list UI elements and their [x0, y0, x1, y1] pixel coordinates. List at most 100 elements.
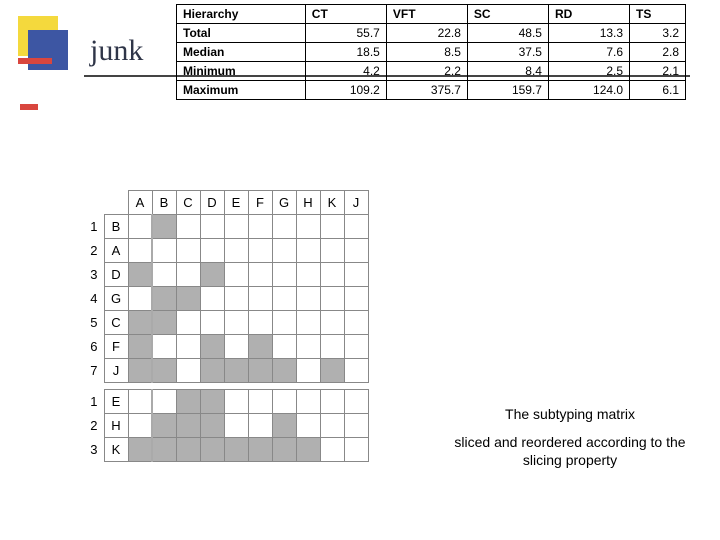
grid-cell — [200, 438, 224, 462]
hier-cell: 22.8 — [386, 24, 467, 43]
grid-cell — [176, 414, 200, 438]
grid-cell — [128, 414, 152, 438]
grid-cell — [344, 239, 368, 263]
grid-cell — [248, 263, 272, 287]
grid-row-number: 1 — [80, 215, 104, 239]
grid-cell — [296, 311, 320, 335]
grid-cell — [176, 215, 200, 239]
grid-row-number: 1 — [80, 390, 104, 414]
hier-cell: 375.7 — [386, 81, 467, 100]
grid-col-header: D — [200, 191, 224, 215]
grid-cell — [152, 215, 176, 239]
grid-cell — [200, 359, 224, 383]
grid-cell — [320, 287, 344, 311]
grid-cell — [272, 414, 296, 438]
grid-cell — [176, 287, 200, 311]
hier-cell: 6.1 — [630, 81, 686, 100]
grid-cell — [128, 239, 152, 263]
grid-cell — [128, 311, 152, 335]
grid-cell — [320, 311, 344, 335]
grid-cell — [176, 239, 200, 263]
hier-cell: 2.5 — [548, 62, 629, 81]
grid-col-header: K — [320, 191, 344, 215]
hier-cell: 8.4 — [467, 62, 548, 81]
grid-cell — [224, 311, 248, 335]
grid-cell — [344, 414, 368, 438]
grid-cell — [224, 239, 248, 263]
hier-row-label: Median — [177, 43, 306, 62]
hier-cell: 159.7 — [467, 81, 548, 100]
grid-cell — [272, 287, 296, 311]
hier-col: CT — [305, 5, 386, 24]
grid-cell — [152, 390, 176, 414]
grid-cell — [152, 263, 176, 287]
grid-cell — [224, 215, 248, 239]
grid-cell — [272, 335, 296, 359]
grid-cell — [344, 335, 368, 359]
grid-cell — [176, 390, 200, 414]
hier-cell: 55.7 — [305, 24, 386, 43]
grid-col-header: G — [272, 191, 296, 215]
hier-cell: 48.5 — [467, 24, 548, 43]
grid-cell — [272, 215, 296, 239]
hier-row-label: Maximum — [177, 81, 306, 100]
grid-row-header: B — [104, 215, 128, 239]
grid-cell — [176, 438, 200, 462]
grid-cell — [344, 263, 368, 287]
grid-row-header: J — [104, 359, 128, 383]
grid-cell — [224, 263, 248, 287]
grid-row-header: F — [104, 335, 128, 359]
grid-cell — [248, 335, 272, 359]
grid-cell — [344, 390, 368, 414]
grid-cell — [248, 215, 272, 239]
grid-cell — [152, 438, 176, 462]
hier-cell: 13.3 — [548, 24, 629, 43]
hier-col: SC — [467, 5, 548, 24]
grid-cell — [128, 263, 152, 287]
logo-blue-square — [28, 30, 68, 70]
grid-cell — [296, 414, 320, 438]
hier-col: RD — [548, 5, 629, 24]
grid-cell — [344, 287, 368, 311]
grid-cell — [200, 239, 224, 263]
grid-row-header: H — [104, 414, 128, 438]
grid-cell — [320, 390, 344, 414]
hier-cell: 4.2 — [305, 62, 386, 81]
grid-cell — [200, 311, 224, 335]
caption: The subtyping matrix sliced and reordere… — [440, 405, 700, 470]
grid-cell — [272, 263, 296, 287]
grid-col-header: E — [224, 191, 248, 215]
hier-cell: 3.2 — [630, 24, 686, 43]
grid-row-number: 6 — [80, 335, 104, 359]
logo-red-bar — [18, 58, 52, 64]
grid-row-number: 3 — [80, 438, 104, 462]
hier-cell: 7.6 — [548, 43, 629, 62]
logo-red-accent — [20, 104, 38, 110]
grid-row-number: 3 — [80, 263, 104, 287]
grid-cell — [152, 414, 176, 438]
grid-row-header: D — [104, 263, 128, 287]
grid-cell — [128, 359, 152, 383]
grid-cell — [248, 390, 272, 414]
logo — [18, 16, 80, 78]
grid-col-header: A — [128, 191, 152, 215]
grid-cell — [344, 215, 368, 239]
grid-cell — [152, 335, 176, 359]
hier-row-label: Total — [177, 24, 306, 43]
grid-cell — [176, 311, 200, 335]
grid-cell — [176, 335, 200, 359]
grid-cell — [248, 287, 272, 311]
grid-cell — [248, 239, 272, 263]
grid-cell — [128, 215, 152, 239]
grid-cell — [320, 438, 344, 462]
hier-col: TS — [630, 5, 686, 24]
grid-cell — [296, 359, 320, 383]
grid-cell — [200, 414, 224, 438]
grid-row-header: E — [104, 390, 128, 414]
grid-cell — [200, 215, 224, 239]
hier-cell: 8.5 — [386, 43, 467, 62]
grid-row-number: 2 — [80, 239, 104, 263]
grid-cell — [320, 335, 344, 359]
matrix-area: ABCDEFGHKJ1B2A3D4G5C6F7J 1E2H3K — [80, 190, 369, 462]
grid-col-header: H — [296, 191, 320, 215]
